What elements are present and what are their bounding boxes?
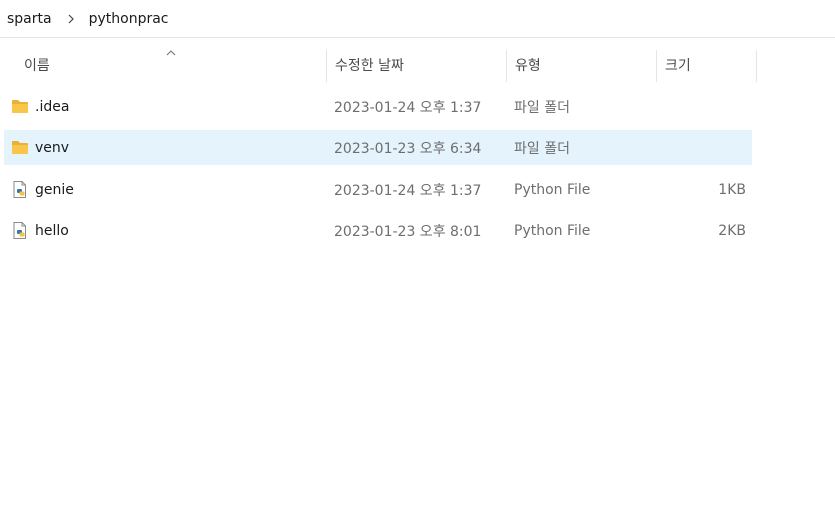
file-size: 1KB: [718, 181, 746, 198]
file-size: 2KB: [718, 222, 746, 239]
column-header-date[interactable]: 수정한 날짜: [327, 46, 505, 84]
folder-icon: [12, 100, 28, 113]
file-name: .idea: [35, 98, 70, 115]
file-type: Python File: [514, 181, 591, 198]
chevron-right-icon[interactable]: [61, 9, 81, 29]
file-date: 2023-01-23 오후 8:01: [334, 223, 482, 240]
breadcrumb-item-sparta[interactable]: sparta: [7, 9, 52, 29]
file-name: hello: [35, 222, 69, 239]
file-date: 2023-01-23 오후 6:34: [334, 140, 482, 157]
file-date: 2023-01-24 오후 1:37: [334, 99, 482, 116]
list-item[interactable]: genie 2023-01-24 오후 1:37 Python File 1KB: [4, 172, 752, 207]
file-name: genie: [35, 181, 74, 198]
list-item[interactable]: hello 2023-01-23 오후 8:01 Python File 2KB: [4, 213, 752, 248]
column-header-type[interactable]: 유형: [507, 46, 655, 84]
python-file-icon: [13, 181, 26, 198]
python-file-icon: [13, 222, 26, 239]
file-date: 2023-01-24 오후 1:37: [334, 182, 482, 199]
file-type: Python File: [514, 222, 591, 239]
file-type: 파일 폴더: [514, 99, 570, 116]
file-type: 파일 폴더: [514, 140, 570, 157]
column-divider[interactable]: [756, 50, 757, 82]
breadcrumb: sparta pythonprac: [0, 0, 835, 38]
column-header: 이름 수정한 날짜 유형 크기: [0, 46, 835, 84]
column-header-size[interactable]: 크기: [657, 46, 755, 84]
folder-icon: [12, 141, 28, 154]
column-header-name[interactable]: 이름: [16, 46, 326, 84]
breadcrumb-item-pythonprac[interactable]: pythonprac: [89, 9, 169, 29]
list-item[interactable]: .idea 2023-01-24 오후 1:37 파일 폴더: [4, 89, 752, 124]
file-explorer-window: sparta pythonprac 이름 수정한 날짜 유형 크기 .idea: [0, 0, 835, 518]
list-item[interactable]: venv 2023-01-23 오후 6:34 파일 폴더: [4, 130, 752, 165]
file-name: venv: [35, 139, 70, 156]
